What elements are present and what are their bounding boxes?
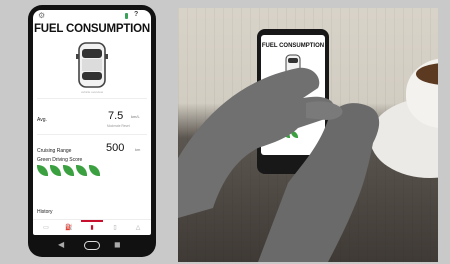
car-caption: vehicle overview (80, 90, 103, 94)
system-navigation-bar: ◀ ◼ (28, 235, 156, 257)
avg-unit: km/L (131, 114, 140, 119)
cruising-range-value: 500 (106, 142, 125, 154)
reset-mode-note: Moderate Reset (107, 124, 130, 128)
hand-holding-phone-photo: FUEL CONSUMPTION (178, 8, 438, 262)
divider (37, 134, 147, 135)
gear-icon[interactable]: ⚙ (38, 12, 45, 20)
leaf-icon (50, 165, 61, 176)
leaf-icon (37, 165, 48, 176)
map-icon[interactable]: ▭ (41, 224, 51, 232)
help-icon[interactable]: ? (134, 11, 138, 19)
green-driving-score-leaves (37, 165, 107, 177)
battery-status-icon (125, 13, 128, 19)
hand-silhouette (178, 67, 380, 262)
leaf-icon (89, 165, 100, 176)
back-icon[interactable]: ◀ (58, 241, 64, 249)
chart-icon[interactable]: ▮ (87, 224, 97, 232)
cruising-range-label: Cruising Range (37, 148, 72, 154)
phone-screen: ⚙ ? FUEL CONSUMPTION vehicle overview Av… (33, 10, 151, 235)
avg-value: 7.5 (108, 110, 124, 122)
fuel-icon[interactable]: ⛽ (64, 224, 74, 232)
bell-icon[interactable]: △ (133, 224, 143, 232)
active-tab-indicator (81, 220, 103, 222)
avg-label: Avg. (37, 117, 47, 123)
car-top-view-graphic (76, 42, 108, 88)
green-driving-score-label: Green Driving Score (37, 157, 83, 163)
recent-apps-icon[interactable]: ◼ (114, 241, 121, 249)
page-title: FUEL CONSUMPTION (33, 23, 151, 35)
cruising-range-unit: km (135, 147, 141, 152)
phone-mockup: ⚙ ? FUEL CONSUMPTION vehicle overview Av… (28, 5, 156, 257)
divider (37, 98, 147, 99)
status-bar: ⚙ ? (33, 10, 151, 22)
battery-icon[interactable]: ▯ (110, 224, 120, 232)
leaf-icon (76, 165, 87, 176)
bottom-tab-bar: ▭ ⛽ ▮ ▯ △ (33, 219, 151, 235)
history-label[interactable]: History (37, 209, 53, 215)
leaf-icon (63, 165, 74, 176)
home-button[interactable] (84, 241, 100, 250)
